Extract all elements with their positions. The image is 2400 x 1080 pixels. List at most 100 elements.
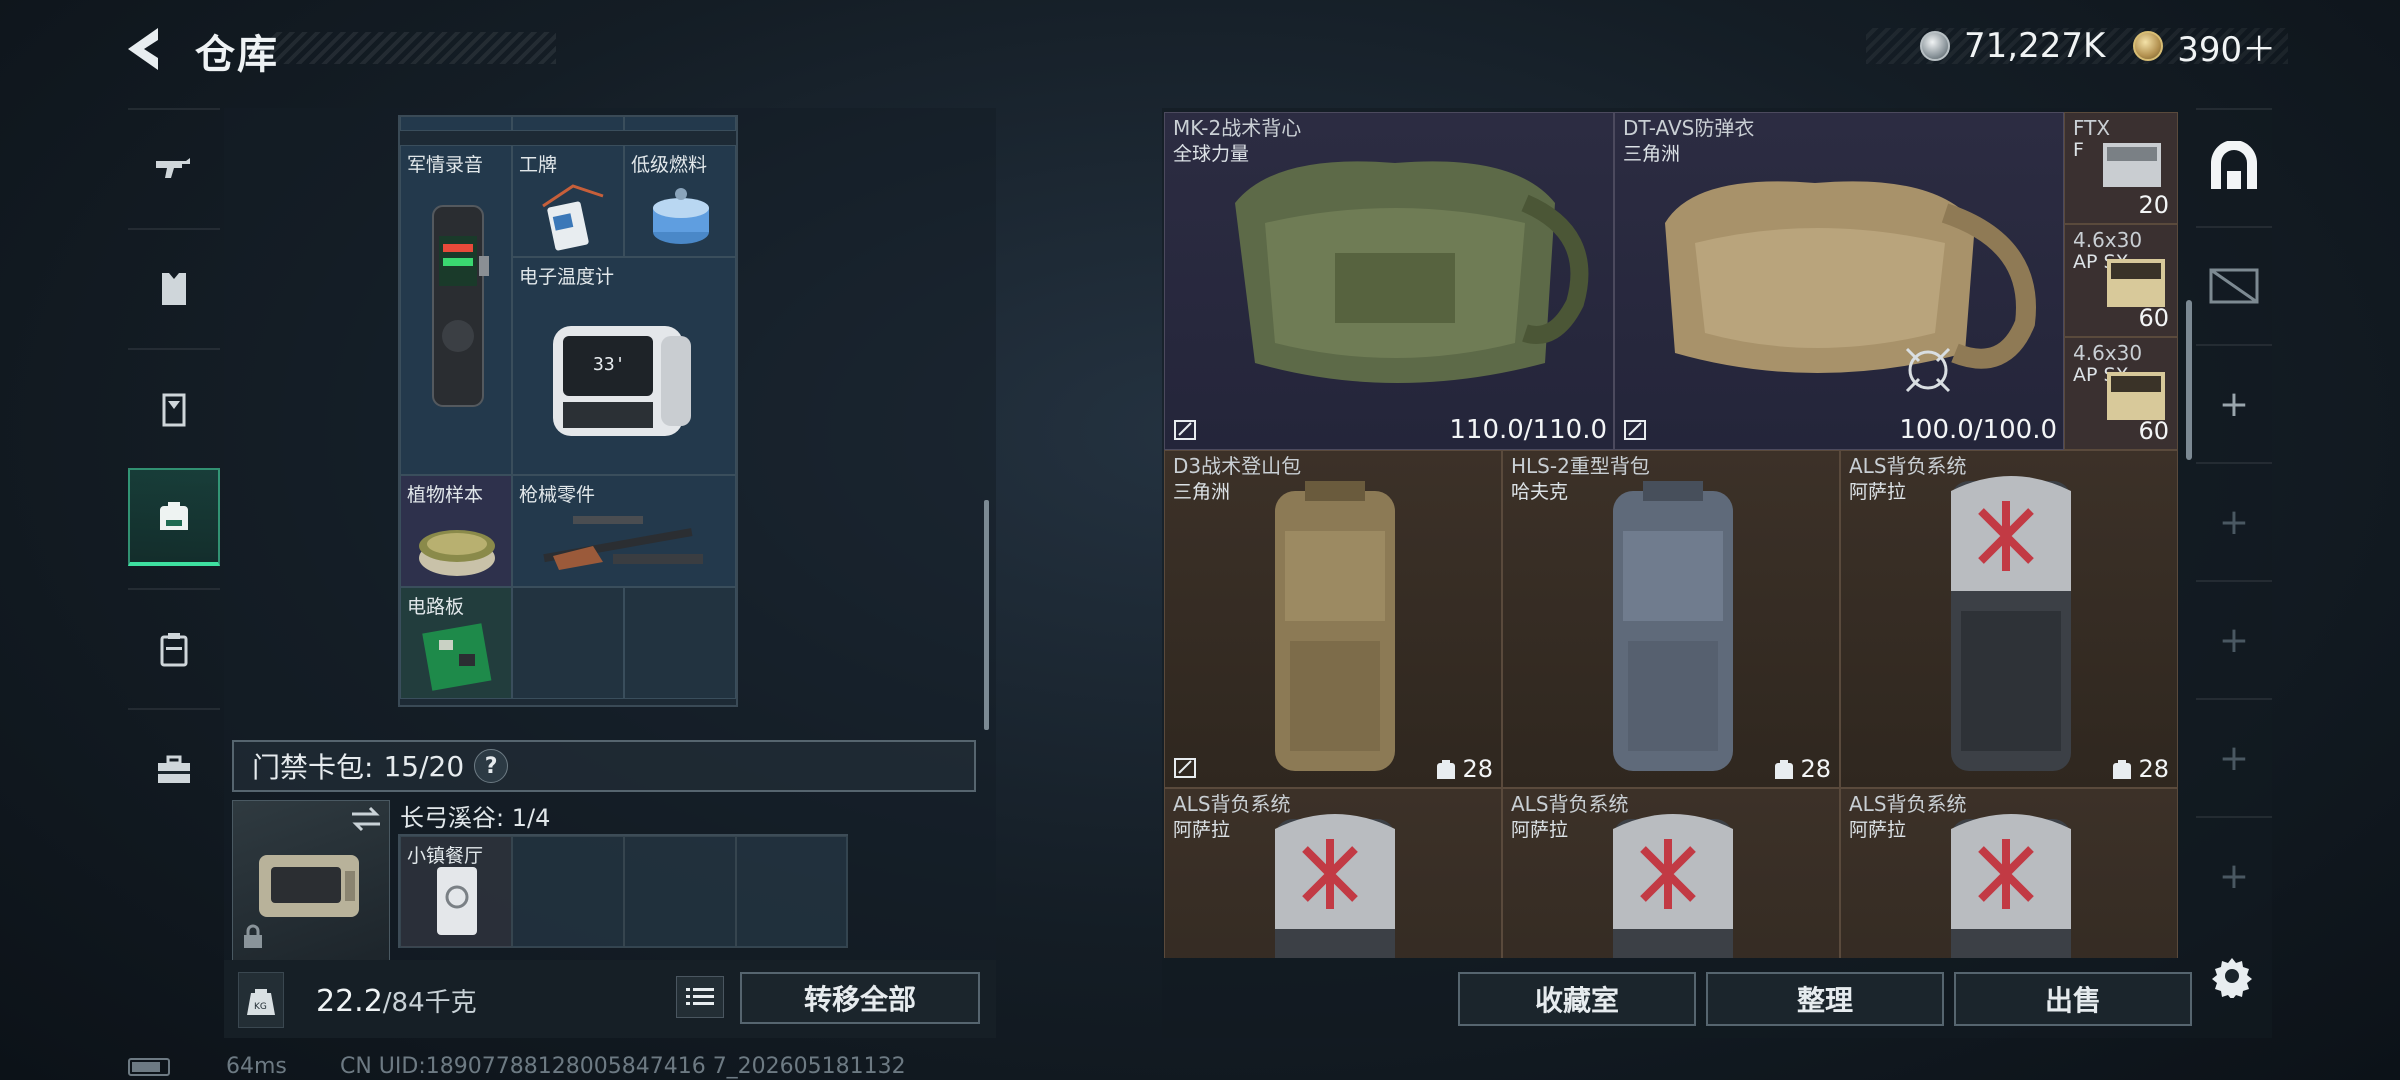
item-armor-dt-avs[interactable]: DT-AVS防弹衣 三角洲 100.0/100.0 xyxy=(1614,112,2064,450)
backpack-image xyxy=(1613,481,1733,771)
grid-cell xyxy=(512,117,624,131)
item-count: 20 xyxy=(2138,191,2169,219)
tab-chest-rig[interactable] xyxy=(128,348,220,468)
recorder-image xyxy=(432,205,489,407)
backpack-small-icon xyxy=(1775,760,1794,779)
grid-cell-empty[interactable] xyxy=(624,587,736,699)
ping-text: 64ms xyxy=(226,1054,287,1079)
item-thermometer[interactable]: 电子温度计 33' xyxy=(512,257,736,475)
add-storage-tab[interactable]: + xyxy=(2196,344,2272,462)
plus-icon: + xyxy=(2218,737,2250,779)
collection-room-button[interactable]: 收藏室 xyxy=(1458,972,1696,1026)
item-bag-als[interactable]: ALS背负系统 阿萨拉 xyxy=(1502,788,1840,958)
tab-case[interactable] xyxy=(128,588,220,708)
category-tabs xyxy=(128,108,220,1008)
item-brand: 阿萨拉 xyxy=(1511,819,1569,841)
card-pack-bar[interactable]: 门禁卡包: 15/20 ? xyxy=(232,740,976,792)
item-recorder[interactable]: 军情录音 xyxy=(400,145,512,475)
silver-coin-icon xyxy=(1920,31,1950,61)
crosshair-icon xyxy=(1905,347,1951,393)
keycard-slot[interactable] xyxy=(512,836,624,948)
weight-max: /84千克 xyxy=(382,988,477,1018)
map-name: 长弓溪谷: xyxy=(400,804,505,832)
item-capacity: 28 xyxy=(1436,755,1493,783)
currency-bar: 71,227K 390＋ xyxy=(1866,26,2288,70)
page-title: 仓库 xyxy=(195,32,279,78)
storage-scrollbar[interactable] xyxy=(2186,300,2192,460)
backpack-small-icon xyxy=(2113,760,2132,779)
weight-current: 22.2 xyxy=(316,984,383,1019)
backpack-grid[interactable]: 军情录音 工牌 低级燃料 电子温度计 33' 植物样本 枪械零件 电路板 xyxy=(398,115,738,707)
plus-icon: + xyxy=(2218,383,2250,425)
gear-icon[interactable] xyxy=(2210,954,2254,998)
add-storage-tab[interactable]: + xyxy=(2196,580,2272,698)
insured-icon xyxy=(1174,420,1196,440)
add-storage-tab[interactable]: + xyxy=(2196,816,2272,934)
vest-image xyxy=(1235,161,1589,383)
backpack-icon xyxy=(160,502,188,530)
help-icon[interactable]: ? xyxy=(474,749,509,783)
svg-text:33': 33' xyxy=(593,354,626,375)
item-circuit-board[interactable]: 电路板 xyxy=(400,587,512,699)
backpack-image xyxy=(1951,476,2071,771)
item-bag-hls2[interactable]: HLS-2重型背包 哈夫克 28 xyxy=(1502,450,1840,788)
tab-toolbox[interactable] xyxy=(128,708,220,828)
item-badge[interactable]: 工牌 xyxy=(512,145,624,257)
capacity-value: 28 xyxy=(1462,755,1493,783)
swap-icon[interactable] xyxy=(348,804,384,834)
item-gun-parts[interactable]: 枪械零件 xyxy=(512,475,736,587)
back-arrow-icon[interactable] xyxy=(122,24,172,74)
item-name: DT-AVS防弹衣 xyxy=(1623,116,1755,140)
keycard-slot[interactable] xyxy=(736,836,848,948)
transfer-all-button[interactable]: 转移全部 xyxy=(740,972,980,1024)
plus-icon: + xyxy=(2218,619,2250,661)
battery-icon xyxy=(128,1058,170,1076)
item-ammo-46x30-b[interactable]: 4.6x30 AP SX 60 xyxy=(2064,337,2178,450)
tab-armor[interactable] xyxy=(128,228,220,348)
item-ammo-46x30-a[interactable]: 4.6x30 AP SX 60 xyxy=(2064,224,2178,337)
add-storage-tab[interactable]: + xyxy=(2196,462,2272,580)
add-storage-tab[interactable]: + xyxy=(2196,698,2272,816)
fuel-image xyxy=(653,188,709,244)
item-plant-sample[interactable]: 植物样本 xyxy=(400,475,512,587)
item-brand: 阿萨拉 xyxy=(1849,819,1907,841)
left-scrollbar[interactable] xyxy=(984,500,989,730)
backpack-image xyxy=(1951,814,2071,958)
item-bag-d3[interactable]: D3战术登山包 三角洲 28 xyxy=(1164,450,1502,788)
item-brand: 阿萨拉 xyxy=(1849,481,1907,503)
backpack-image xyxy=(1275,814,1395,958)
sell-button[interactable]: 出售 xyxy=(1954,972,2192,1026)
tab-storage-main[interactable] xyxy=(2196,108,2272,226)
uid-text: CN UID:18907788128005847416 7_2026051811… xyxy=(340,1054,906,1079)
list-view-button[interactable] xyxy=(676,976,724,1018)
rifle-icon xyxy=(156,158,190,178)
item-capacity: 28 xyxy=(2112,755,2169,783)
list-icon xyxy=(686,988,714,1005)
keycard-slot[interactable] xyxy=(624,836,736,948)
tab-backpack[interactable] xyxy=(128,468,220,566)
circuit-board-image xyxy=(422,623,492,691)
item-armor-mk2[interactable]: MK-2战术背心 全球力量 110.0/110.0 xyxy=(1164,112,1614,450)
item-bag-als[interactable]: ALS背负系统 阿萨拉 xyxy=(1164,788,1502,958)
organize-button[interactable]: 整理 xyxy=(1706,972,1944,1026)
backpack-image xyxy=(1613,814,1733,958)
gold-coin-icon[interactable] xyxy=(2133,31,2164,61)
grid-cell-empty[interactable] xyxy=(512,587,624,699)
weight-icon: KG xyxy=(238,972,284,1028)
gold-amount[interactable]: 390＋ xyxy=(2177,22,2276,71)
map-count: 1/4 xyxy=(511,804,551,832)
keycard-grid[interactable]: 小镇餐厅 xyxy=(398,834,848,948)
vest-image xyxy=(1665,181,2036,373)
tab-weapons[interactable] xyxy=(128,108,220,228)
keycard-slot[interactable]: 小镇餐厅 xyxy=(400,836,512,948)
item-bag-als[interactable]: ALS背负系统 阿萨拉 xyxy=(1840,788,2178,958)
item-bag-als[interactable]: ALS背负系统 阿萨拉 28 xyxy=(1840,450,2178,788)
item-brand: 三角洲 xyxy=(1173,481,1231,503)
item-fuel[interactable]: 低级燃料 xyxy=(624,145,736,257)
keycard-case-image xyxy=(259,855,359,917)
item-name: 工牌 xyxy=(519,154,558,176)
storage-grid[interactable]: MK-2战术背心 全球力量 110.0/110.0 DT-AVS防弹衣 三角洲 … xyxy=(1164,112,2178,958)
tab-storage-2[interactable] xyxy=(2196,226,2272,344)
item-ammo-ftx[interactable]: FTX F 20 xyxy=(2064,112,2178,224)
item-brand: 阿萨拉 xyxy=(1173,819,1231,841)
